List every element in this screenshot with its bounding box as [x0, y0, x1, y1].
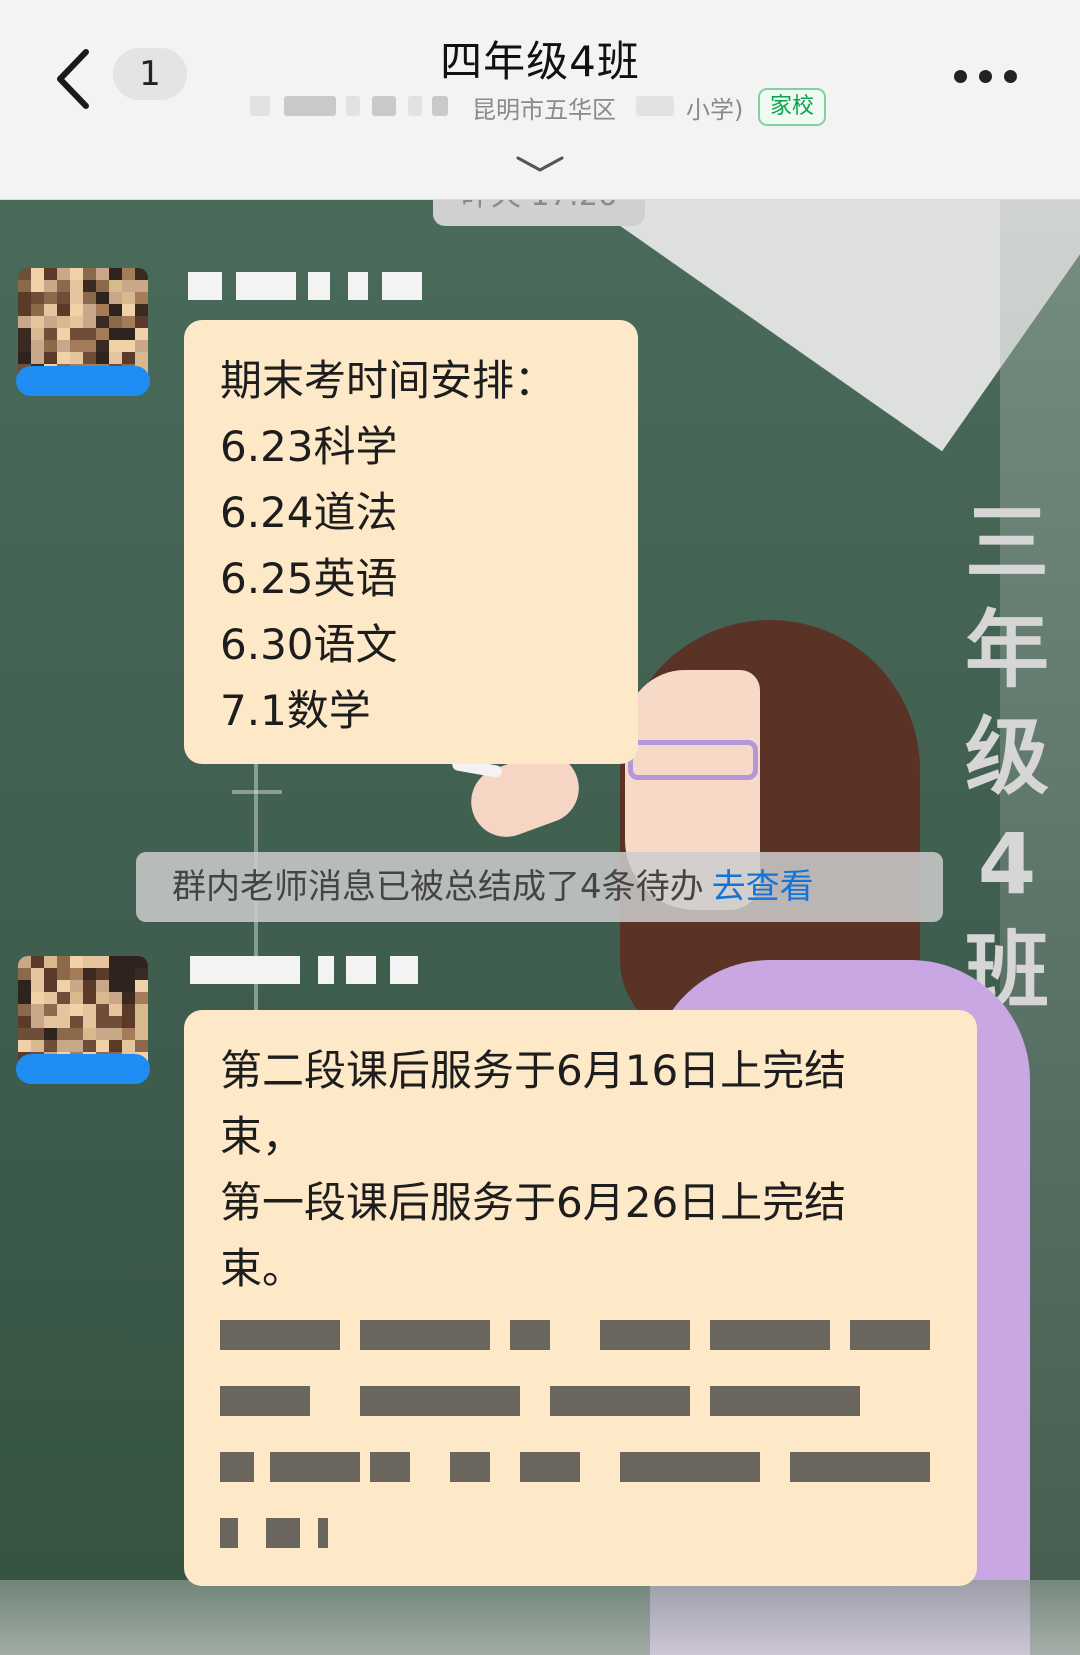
redacted-text [432, 96, 448, 116]
more-dots-icon [1004, 70, 1017, 83]
subtitle-school-suffix: 小学) [686, 96, 744, 124]
blackboard-class-title: 三 年 级 4 班 [964, 494, 1049, 1020]
message-line: 6.25英语 [220, 554, 398, 603]
todo-summary-notice: 群内老师消息已被总结成了4条待办 去查看 [136, 852, 943, 922]
message-line: 7.1数学 [220, 686, 371, 735]
subtitle-location: 昆明市五华区 [472, 96, 616, 124]
message-line: 束。 [220, 1244, 305, 1293]
chat-title[interactable]: 四年级4班 [0, 28, 1080, 89]
more-dots-icon [954, 70, 967, 83]
redacted-text [636, 96, 674, 116]
redacted-text [250, 96, 270, 116]
redacted-text [284, 96, 336, 116]
chevron-down-icon [516, 156, 564, 172]
background-floor [0, 1580, 1080, 1655]
message-bubble[interactable]: 第二段课后服务于6月16日上完结 束， 第一段课后服务于6月26日上完结 束。 [184, 1010, 977, 1586]
chat-subtitle[interactable]: 昆明市五华区 小学) 家校 [250, 88, 850, 128]
redacted-text [346, 96, 360, 116]
sender-name-redacted[interactable] [188, 272, 438, 302]
message-line: 第二段课后服务于6月16日上完结 [220, 1046, 847, 1095]
redacted-text [408, 96, 422, 116]
message-line: 第一段课后服务于6月26日上完结 [220, 1178, 847, 1227]
redacted-message-line [220, 1500, 941, 1566]
chalk-mark [232, 790, 282, 794]
view-todos-link[interactable]: 去查看 [712, 867, 814, 907]
sender-name-redacted[interactable] [190, 956, 440, 986]
redacted-message-line [220, 1434, 941, 1500]
chat-header: 1 四年级4班 昆明市五华区 小学) 家校 [0, 0, 1080, 200]
message-line: 6.24道法 [220, 488, 398, 537]
redacted-message-line [220, 1368, 941, 1434]
sender-role-badge [16, 1054, 150, 1084]
teacher-illustration-glasses [628, 740, 758, 780]
expand-header-button[interactable] [510, 150, 570, 180]
more-dots-icon [979, 70, 992, 83]
sender-role-badge [16, 366, 150, 396]
home-school-tag: 家校 [758, 88, 827, 126]
notice-text: 群内老师消息已被总结成了4条待办 [172, 867, 704, 907]
message-bubble[interactable]: 期末考时间安排： 6.23科学 6.24道法 6.25英语 6.30语文 7.1… [184, 320, 638, 764]
message-line: 6.30语文 [220, 620, 398, 669]
message-line: 束， [220, 1112, 305, 1161]
redacted-message-line [220, 1302, 941, 1368]
message-line: 期末考时间安排： [220, 356, 557, 405]
redacted-text [372, 96, 396, 116]
more-options-button[interactable] [952, 56, 1022, 96]
message-line: 6.23科学 [220, 422, 398, 471]
